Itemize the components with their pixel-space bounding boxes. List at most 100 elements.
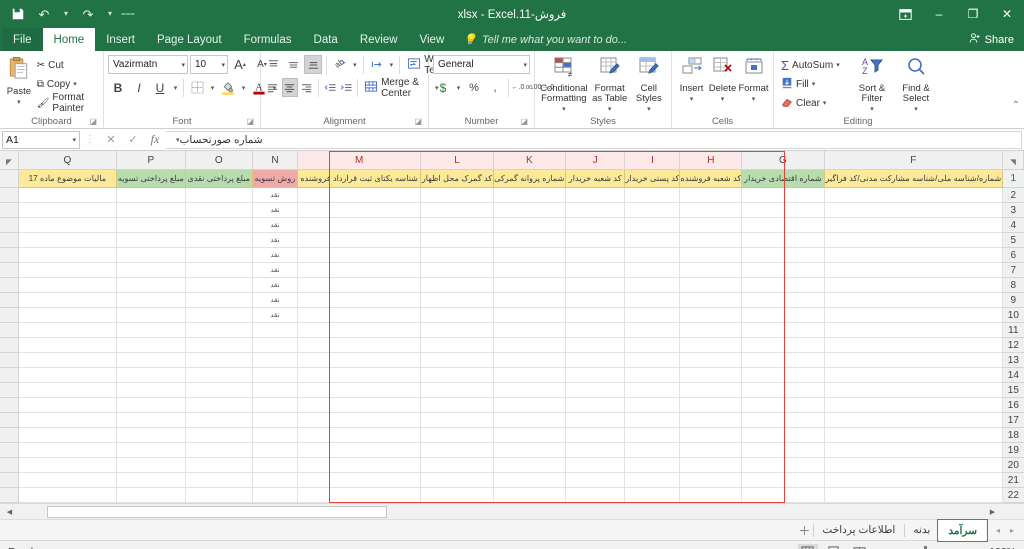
redo-icon[interactable]: ↷ [76, 3, 100, 25]
cell-L7[interactable] [420, 262, 494, 278]
cell-M21[interactable] [297, 472, 422, 488]
cell-H8[interactable] [679, 277, 743, 293]
cell-H22[interactable] [679, 487, 743, 503]
borders-icon[interactable] [187, 78, 207, 97]
column-title-cell-L[interactable]: کد گمرک محل اظهار [420, 169, 494, 188]
sheet-tab-saramad[interactable]: سرآمد [939, 519, 986, 541]
cell-J10[interactable] [565, 307, 626, 323]
cell-Q9[interactable] [18, 292, 118, 308]
cell-H20[interactable] [679, 457, 743, 473]
row-header-20[interactable]: 20 [1002, 457, 1024, 473]
cell-N5[interactable]: نقد [252, 232, 299, 248]
cell-G18[interactable] [741, 427, 825, 443]
cell-G16[interactable] [741, 397, 825, 413]
cell-J3[interactable] [565, 202, 626, 218]
increase-indent-icon[interactable] [338, 78, 354, 97]
cell-M12[interactable] [297, 337, 422, 353]
paste-button[interactable]: Paste ▾ [4, 54, 34, 106]
column-title-cell-G[interactable]: شماره اقتصادی خریدار [741, 169, 825, 188]
column-header-L[interactable]: L [420, 151, 494, 170]
cell-P14[interactable] [116, 367, 186, 383]
cell-I6[interactable] [624, 247, 681, 263]
cell-L19[interactable] [420, 442, 494, 458]
insert-cells-button[interactable]: Insert ▾ [676, 54, 707, 103]
cell-N3[interactable]: نقد [252, 202, 299, 218]
zoom-in-button[interactable]: + [971, 545, 978, 549]
cell-N7[interactable]: نقد [252, 262, 299, 278]
cell-H14[interactable] [679, 367, 743, 383]
cell-I17[interactable] [624, 412, 681, 428]
cell-Q13[interactable] [18, 352, 118, 368]
cell-M3[interactable] [297, 202, 422, 218]
find-select-button[interactable]: Find & Select ▾ [894, 54, 938, 113]
cell-H13[interactable] [679, 352, 743, 368]
cell-P9[interactable] [116, 292, 186, 308]
alignment-dialog-launcher[interactable]: ◪ [414, 115, 422, 128]
cell-N18[interactable] [252, 427, 299, 443]
cell-M20[interactable] [297, 457, 422, 473]
font-dialog-launcher[interactable]: ◪ [246, 115, 254, 128]
format-as-table-dropdown-icon[interactable]: ▾ [608, 105, 612, 113]
row-header-22[interactable]: 22 [1002, 487, 1024, 503]
cell-I9[interactable] [624, 292, 681, 308]
cell-P19[interactable] [116, 442, 186, 458]
row-header-7[interactable]: 7 [1002, 262, 1024, 278]
undo-dropdown-icon[interactable]: ▾ [58, 3, 74, 25]
cell-L16[interactable] [420, 397, 494, 413]
cell-F16[interactable] [824, 397, 1004, 413]
cell-O3[interactable] [185, 202, 253, 218]
cell-M15[interactable] [297, 382, 422, 398]
align-right-icon[interactable] [299, 78, 315, 97]
formula-input[interactable]: شماره صورتحساب ▾ [166, 130, 1022, 149]
cell-J22[interactable] [565, 487, 626, 503]
column-header-G[interactable]: G [741, 151, 825, 170]
cell-K22[interactable] [493, 487, 566, 503]
cell-J21[interactable] [565, 472, 626, 488]
cell-P12[interactable] [116, 337, 186, 353]
cell-F12[interactable] [824, 337, 1004, 353]
ribbon-display-options-icon[interactable] [888, 0, 922, 28]
cell-Q11[interactable] [18, 322, 118, 338]
cell-N6[interactable]: نقد [252, 247, 299, 263]
cell-Q17[interactable] [18, 412, 118, 428]
sheet-tab-badaneh[interactable]: بدنه [904, 520, 939, 541]
bold-button[interactable]: B [108, 78, 128, 97]
cell-J16[interactable] [565, 397, 626, 413]
scroll-left-arrow-icon[interactable]: ◀ [2, 508, 17, 516]
delete-cells-button[interactable]: Delete ▾ [707, 54, 738, 103]
column-title-cell-Q[interactable]: مالیات موضوع ماده 17 [18, 169, 118, 188]
collapse-ribbon-icon[interactable]: ⌃ [1012, 100, 1020, 111]
cell-L4[interactable] [420, 217, 494, 233]
formula-bar-grip[interactable]: ⋮ [80, 134, 100, 145]
cell-P2[interactable] [116, 187, 186, 203]
row-header-9[interactable]: 9 [1002, 292, 1024, 308]
autosum-dropdown-icon[interactable]: ▾ [836, 61, 840, 69]
cell-O14[interactable] [185, 367, 253, 383]
column-title-cell-F[interactable]: شماره/شناسه ملی/شناسه مشارکت مدنی/کد فرا… [824, 169, 1004, 188]
cell-N11[interactable] [252, 322, 299, 338]
column-title-cell-J[interactable]: کد شعبه خریدار [565, 169, 626, 188]
cell-H9[interactable] [679, 292, 743, 308]
font-size-dropdown-icon[interactable]: ▾ [217, 61, 225, 69]
cell-K4[interactable] [493, 217, 566, 233]
sort-filter-button[interactable]: A Z Sort & Filter ▾ [850, 54, 894, 113]
font-name-combo[interactable]: Vazirmatn ▾ [108, 55, 188, 74]
row-header-6[interactable]: 6 [1002, 247, 1024, 263]
cell-H18[interactable] [679, 427, 743, 443]
cell-J8[interactable] [565, 277, 626, 293]
column-title-cell-H[interactable]: کد شعبه فروشنده [679, 169, 743, 188]
cell-O6[interactable] [185, 247, 253, 263]
cell-I22[interactable] [624, 487, 681, 503]
cell-K5[interactable] [493, 232, 566, 248]
number-format-dropdown-icon[interactable]: ▾ [519, 61, 527, 69]
row-header-2[interactable]: 2 [1002, 187, 1024, 203]
cell-F20[interactable] [824, 457, 1004, 473]
cell-M22[interactable] [297, 487, 422, 503]
cell-K12[interactable] [493, 337, 566, 353]
cell-P21[interactable] [116, 472, 186, 488]
cell-F18[interactable] [824, 427, 1004, 443]
cell-H7[interactable] [679, 262, 743, 278]
tab-home[interactable]: Home [42, 28, 96, 51]
fill-dropdown-icon[interactable]: ▾ [812, 80, 816, 88]
orientation-icon[interactable]: ab [331, 55, 349, 74]
